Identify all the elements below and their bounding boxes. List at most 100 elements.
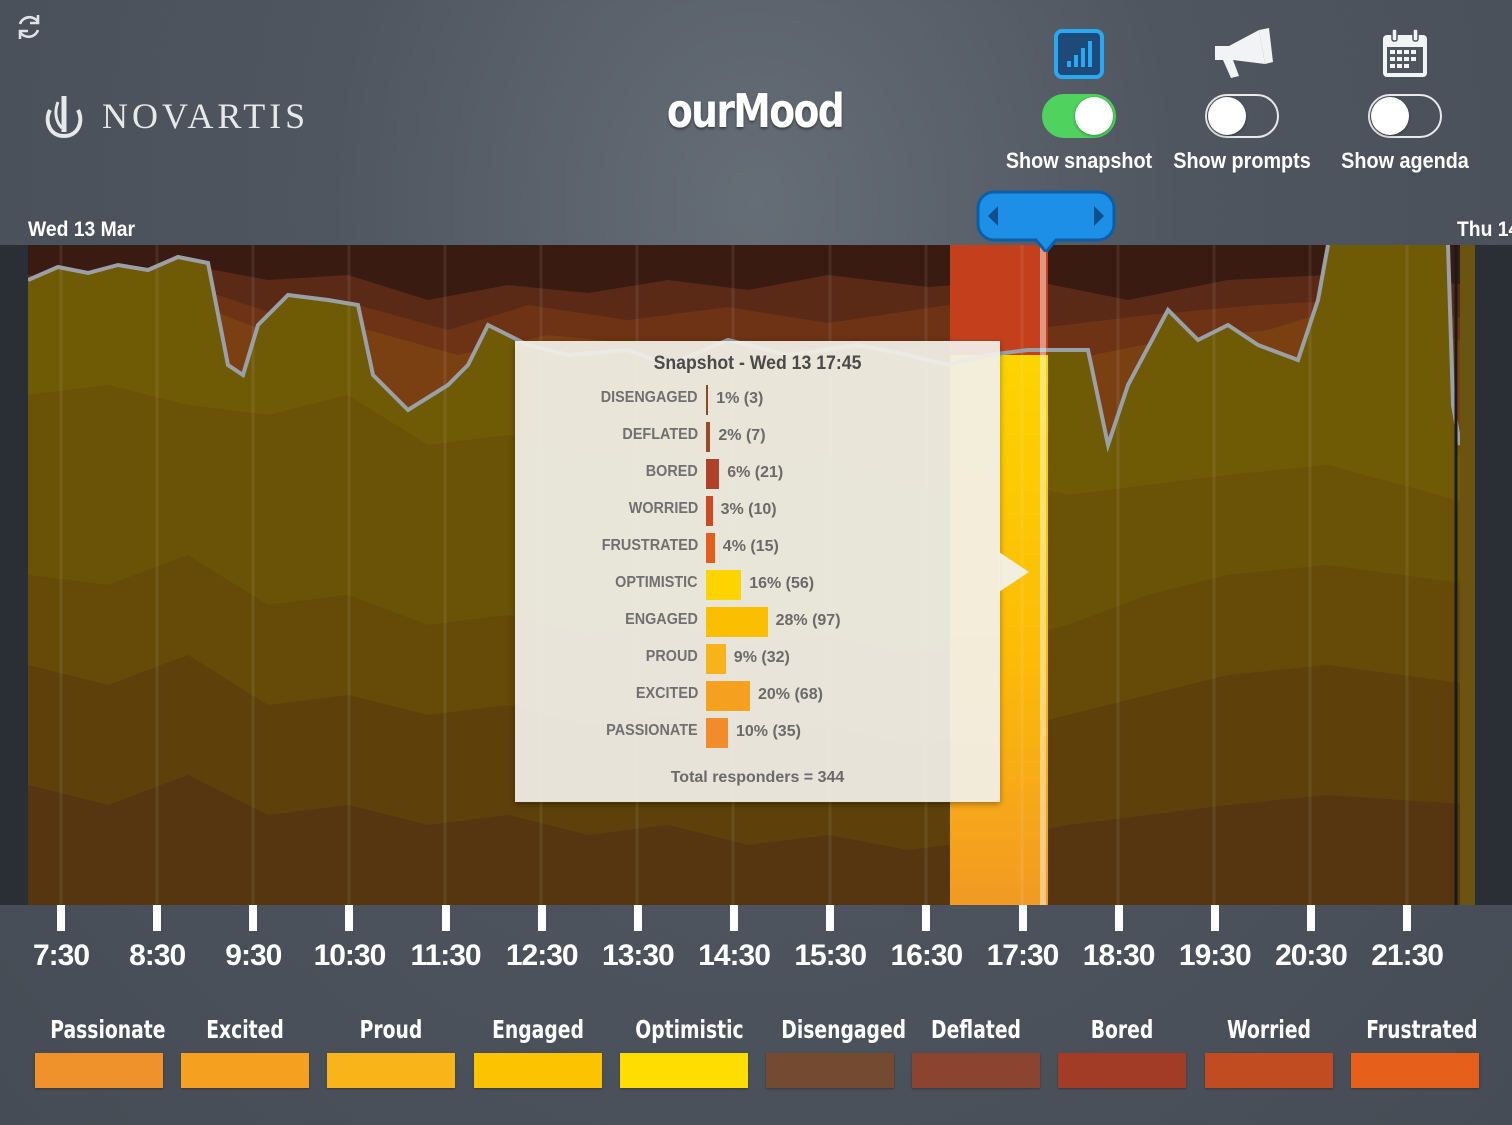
- time-tick-label: 14:30: [698, 939, 771, 972]
- snapshot-row: PROUD 9% (32): [515, 644, 1000, 674]
- snapshot-row-label: OPTIMISTIC: [615, 574, 698, 591]
- legend-item: Disengaged: [765, 1015, 907, 1088]
- snapshot-pointer: [999, 552, 1029, 592]
- snapshot-label: Show snapshot: [1005, 148, 1153, 173]
- snapshot-row: DISENGAGED 1% (3): [515, 385, 1000, 415]
- time-tick-label: 21:30: [1371, 939, 1444, 972]
- next-day-sliver: [1460, 245, 1475, 905]
- snapshot-row-label: ENGAGED: [625, 611, 698, 628]
- legend-item: Engaged: [473, 1015, 603, 1088]
- snapshot-row-value: 4% (15): [722, 538, 779, 555]
- legend-swatch: [1058, 1053, 1187, 1088]
- legend-swatch: [766, 1053, 894, 1088]
- legend-item: Proud: [326, 1015, 456, 1088]
- time-tick-label: 11:30: [410, 939, 482, 972]
- legend-swatch: [619, 1053, 748, 1088]
- snapshot-row-label: EXCITED: [635, 685, 698, 702]
- legend-item: Excited: [180, 1015, 310, 1088]
- snapshot-row-value: 2% (7): [718, 427, 766, 444]
- legend-label: Excited: [206, 1015, 284, 1044]
- snapshot-row: PASSIONATE 10% (35): [515, 718, 1000, 748]
- legend-item: Frustrated: [1350, 1015, 1480, 1088]
- time-tick-label: 10:30: [313, 939, 387, 972]
- time-tick: [633, 905, 642, 931]
- time-tick-label: 9:30: [225, 939, 282, 972]
- snapshot-row-bar: [706, 422, 711, 452]
- agenda-toggle[interactable]: [1368, 94, 1442, 138]
- time-tick: [1114, 905, 1123, 931]
- app-title: ourMood: [666, 84, 845, 138]
- control-snapshot: Show snapshot: [994, 22, 1164, 174]
- control-agenda: Show agenda: [1320, 22, 1490, 174]
- toggle-knob: [1208, 97, 1246, 135]
- snapshot-row-label: DEFLATED: [622, 426, 698, 443]
- time-tick-label: 18:30: [1082, 939, 1156, 972]
- snapshot-row-label: DISENGAGED: [601, 389, 698, 406]
- legend-item: Deflated: [911, 1015, 1041, 1088]
- time-tick: [826, 905, 835, 931]
- time-tick: [345, 905, 354, 931]
- snapshot-row-value: 10% (35): [736, 723, 801, 740]
- time-tick: [57, 905, 65, 931]
- time-tick: [922, 905, 931, 931]
- snapshot-row-bar: [706, 385, 709, 415]
- legend-label: Deflated: [931, 1015, 1022, 1044]
- time-tick: [1403, 905, 1412, 931]
- time-tick: [537, 905, 546, 931]
- time-tick: [441, 905, 450, 931]
- refresh-icon[interactable]: [12, 10, 46, 44]
- time-tick-label: 20:30: [1275, 939, 1348, 972]
- legend-swatch: [1350, 1053, 1479, 1088]
- legend-label: Frustrated: [1366, 1015, 1478, 1044]
- snapshot-row: OPTIMISTIC 16% (56): [515, 570, 1000, 600]
- legend-label: Engaged: [491, 1015, 584, 1044]
- snapshot-row-label: FRUSTRATED: [601, 537, 698, 554]
- snapshot-row-bar: [706, 570, 742, 600]
- snapshot-title: Snapshot - Wed 13 17:45: [653, 353, 862, 374]
- time-slider-handle[interactable]: [976, 190, 1116, 252]
- bar-chart-icon[interactable]: [1053, 28, 1105, 80]
- snapshot-row-bar: [706, 607, 768, 637]
- legend-swatch: [181, 1053, 310, 1088]
- prompts-toggle[interactable]: [1205, 94, 1279, 138]
- legend-item: Bored: [1057, 1015, 1187, 1088]
- time-tick-label: 15:30: [794, 939, 867, 972]
- control-prompts: Show prompts: [1157, 22, 1327, 174]
- snapshot-row-label: PASSIONATE: [606, 722, 698, 739]
- prompts-label: Show prompts: [1173, 148, 1311, 173]
- time-tick: [1210, 905, 1219, 931]
- legend-item: Worried: [1204, 1015, 1334, 1088]
- snapshot-toggle[interactable]: [1042, 94, 1116, 138]
- snapshot-row: EXCITED 20% (68): [515, 681, 1000, 711]
- snapshot-row: ENGAGED 28% (97): [515, 607, 1000, 637]
- time-tick: [730, 905, 739, 931]
- snapshot-row-label: PROUD: [645, 648, 698, 665]
- time-tick-label: 7:30: [32, 939, 90, 972]
- time-tick-label: 13:30: [602, 939, 675, 972]
- brand-name: NOVARTIS: [102, 96, 310, 136]
- legend-swatch: [473, 1053, 602, 1088]
- calendar-icon[interactable]: [1380, 27, 1430, 81]
- snapshot-row-value: 3% (10): [720, 501, 777, 518]
- snapshot-row-bar: [706, 533, 715, 563]
- toggle-knob: [1075, 97, 1113, 135]
- snapshot-row-value: 16% (56): [749, 575, 815, 592]
- legend-swatch: [35, 1053, 163, 1088]
- legend-item: Passionate: [34, 1015, 166, 1088]
- legend-label: Disengaged: [781, 1015, 907, 1044]
- time-tick-label: 16:30: [890, 939, 963, 972]
- snapshot-row-value: 9% (32): [733, 649, 790, 666]
- novartis-logo: NOVARTIS: [40, 92, 309, 140]
- legend-label: Optimistic: [635, 1015, 744, 1044]
- legend-swatch: [327, 1053, 456, 1088]
- legend-label: Worried: [1226, 1015, 1311, 1044]
- agenda-label: Show agenda: [1341, 148, 1469, 173]
- time-tick-label: 17:30: [986, 939, 1060, 972]
- legend-label: Proud: [360, 1015, 423, 1044]
- legend-swatch: [1204, 1053, 1333, 1088]
- legend-label: Passionate: [50, 1015, 166, 1044]
- time-tick-label: 12:30: [505, 939, 579, 972]
- snapshot-popup: Snapshot - Wed 13 17:45 DISENGAGED 1% (3)…: [515, 341, 1000, 802]
- start-date-label: Wed 13 Mar: [28, 218, 136, 241]
- megaphone-icon[interactable]: [1209, 24, 1275, 84]
